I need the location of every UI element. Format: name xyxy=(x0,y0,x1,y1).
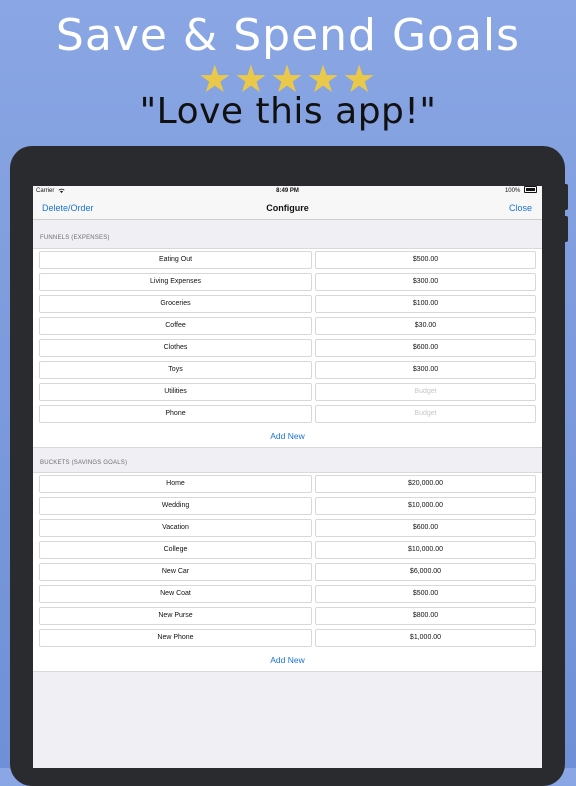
table-row: New Purse $800.00 xyxy=(33,605,542,627)
amount-field[interactable]: $10,000.00 xyxy=(315,497,536,515)
name-field[interactable]: Toys xyxy=(39,361,312,379)
close-button[interactable]: Close xyxy=(509,197,532,219)
status-battery: 100% xyxy=(505,186,537,197)
name-field[interactable]: Wedding xyxy=(39,497,312,515)
table-row: New Phone $1,000.00 xyxy=(33,627,542,649)
device-side-button xyxy=(563,184,568,210)
name-field[interactable]: Home xyxy=(39,475,312,493)
amount-field[interactable]: $600.00 xyxy=(315,339,536,357)
navigation-bar: Delete/Order Configure Close xyxy=(33,197,542,220)
name-field[interactable]: Utilities xyxy=(39,383,312,401)
name-field[interactable]: Living Expenses xyxy=(39,273,312,291)
amount-field[interactable]: $1,000.00 xyxy=(315,629,536,647)
name-field[interactable]: Vacation xyxy=(39,519,312,537)
name-field[interactable]: Coffee xyxy=(39,317,312,335)
device-side-button xyxy=(563,216,568,242)
table-row: Phone Budget xyxy=(33,403,542,425)
promo-headline: Save & Spend Goals xyxy=(55,10,521,61)
battery-icon xyxy=(524,186,537,193)
table-row: Groceries $100.00 xyxy=(33,293,542,315)
amount-field[interactable]: $500.00 xyxy=(315,585,536,603)
add-new-button[interactable]: Add New xyxy=(33,425,542,447)
promo-quote: "Love this app!" xyxy=(139,91,437,132)
amount-field[interactable]: $20,000.00 xyxy=(315,475,536,493)
table-row: Coffee $30.00 xyxy=(33,315,542,337)
table-row: Toys $300.00 xyxy=(33,359,542,381)
battery-percent: 100% xyxy=(504,188,521,194)
amount-field[interactable]: $300.00 xyxy=(315,273,536,291)
name-field[interactable]: New Car xyxy=(39,563,312,581)
name-field[interactable]: Groceries xyxy=(39,295,312,313)
name-field[interactable]: New Coat xyxy=(39,585,312,603)
funnels-section: Eating Out $500.00 Living Expenses $300.00 G… xyxy=(33,248,542,448)
amount-field[interactable]: $500.00 xyxy=(315,251,536,269)
amount-field[interactable]: $300.00 xyxy=(315,361,536,379)
funnels-section-header: FUNNELS (EXPENSES) xyxy=(40,235,110,241)
buckets-section-header: BUCKETS (SAVINGS GOALS) xyxy=(40,460,128,466)
table-row: Home $20,000.00 xyxy=(33,473,542,495)
app-screen: Carrier 8:49 PM 100% Delete/Order Config… xyxy=(33,186,542,768)
table-row: Utilities Budget xyxy=(33,381,542,403)
amount-field[interactable]: Budget xyxy=(315,383,536,401)
table-row: Wedding $10,000.00 xyxy=(33,495,542,517)
table-row: Eating Out $500.00 xyxy=(33,249,542,271)
amount-field[interactable]: $100.00 xyxy=(315,295,536,313)
name-field[interactable]: Eating Out xyxy=(39,251,312,269)
table-row: Living Expenses $300.00 xyxy=(33,271,542,293)
amount-field[interactable]: $6,000.00 xyxy=(315,563,536,581)
add-new-button[interactable]: Add New xyxy=(33,649,542,671)
table-row: Clothes $600.00 xyxy=(33,337,542,359)
status-bar: Carrier 8:49 PM 100% xyxy=(33,186,542,197)
buckets-section: Home $20,000.00 Wedding $10,000.00 Vacation $… xyxy=(33,472,542,672)
amount-field[interactable]: $800.00 xyxy=(315,607,536,625)
amount-field[interactable]: $10,000.00 xyxy=(315,541,536,559)
name-field[interactable]: New Phone xyxy=(39,629,312,647)
amount-field[interactable]: Budget xyxy=(315,405,536,423)
table-row: New Car $6,000.00 xyxy=(33,561,542,583)
amount-field[interactable]: $30.00 xyxy=(315,317,536,335)
amount-field[interactable]: $600.00 xyxy=(315,519,536,537)
name-field[interactable]: College xyxy=(39,541,312,559)
table-row: College $10,000.00 xyxy=(33,539,542,561)
table-row: New Coat $500.00 xyxy=(33,583,542,605)
name-field[interactable]: New Purse xyxy=(39,607,312,625)
status-time: 8:49 PM xyxy=(276,188,299,194)
name-field[interactable]: Phone xyxy=(39,405,312,423)
page-title: Configure xyxy=(266,203,309,213)
table-row: Vacation $600.00 xyxy=(33,517,542,539)
name-field[interactable]: Clothes xyxy=(39,339,312,357)
